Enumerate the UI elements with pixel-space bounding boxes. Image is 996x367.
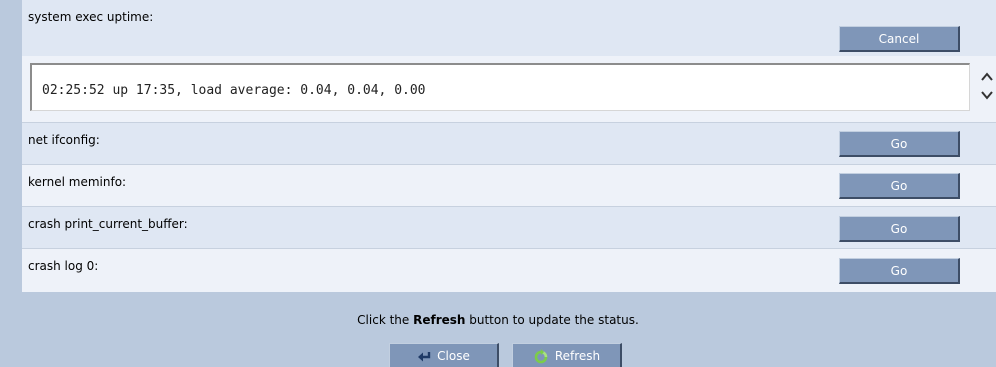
command-label: net ifconfig: (28, 133, 100, 147)
cancel-button[interactable]: Cancel (839, 26, 960, 52)
close-button[interactable]: Close (389, 343, 499, 367)
command-label: crash print_current_buffer: (28, 217, 188, 231)
footer-message: Click the Refresh button to update the s… (357, 313, 639, 327)
command-output-box[interactable]: 02:25:52 up 17:35, load average: 0.04, 0… (30, 63, 970, 111)
command-row-crash-buffer: crash print_current_buffer: Go (22, 207, 996, 248)
return-arrow-icon (418, 351, 431, 361)
command-output-row: 02:25:52 up 17:35, load average: 0.04, 0… (22, 56, 996, 122)
command-row-meminfo: kernel meminfo: Go (22, 165, 996, 206)
go-button-crash-log[interactable]: Go (839, 258, 960, 284)
refresh-button[interactable]: Refresh (512, 343, 622, 367)
command-label: kernel meminfo: (28, 175, 127, 189)
scroll-up-down-icon[interactable] (980, 66, 994, 106)
close-button-label: Close (437, 349, 470, 363)
command-label: system exec uptime: (28, 10, 154, 24)
command-row-uptime: system exec uptime: Cancel (22, 0, 996, 56)
command-output-text: 02:25:52 up 17:35, load average: 0.04, 0… (42, 83, 426, 98)
go-button-meminfo[interactable]: Go (839, 173, 960, 199)
refresh-button-label: Refresh (554, 349, 601, 363)
refresh-circle-icon (534, 348, 548, 363)
command-row-crash-log: crash log 0: Go (22, 249, 996, 292)
status-page: system exec uptime: Cancel 02:25:52 up 1… (0, 0, 996, 367)
go-button-ifconfig[interactable]: Go (839, 131, 960, 157)
go-button-crash-buffer[interactable]: Go (839, 216, 960, 242)
command-label: crash log 0: (28, 259, 99, 273)
command-row-ifconfig: net ifconfig: Go (22, 123, 996, 164)
